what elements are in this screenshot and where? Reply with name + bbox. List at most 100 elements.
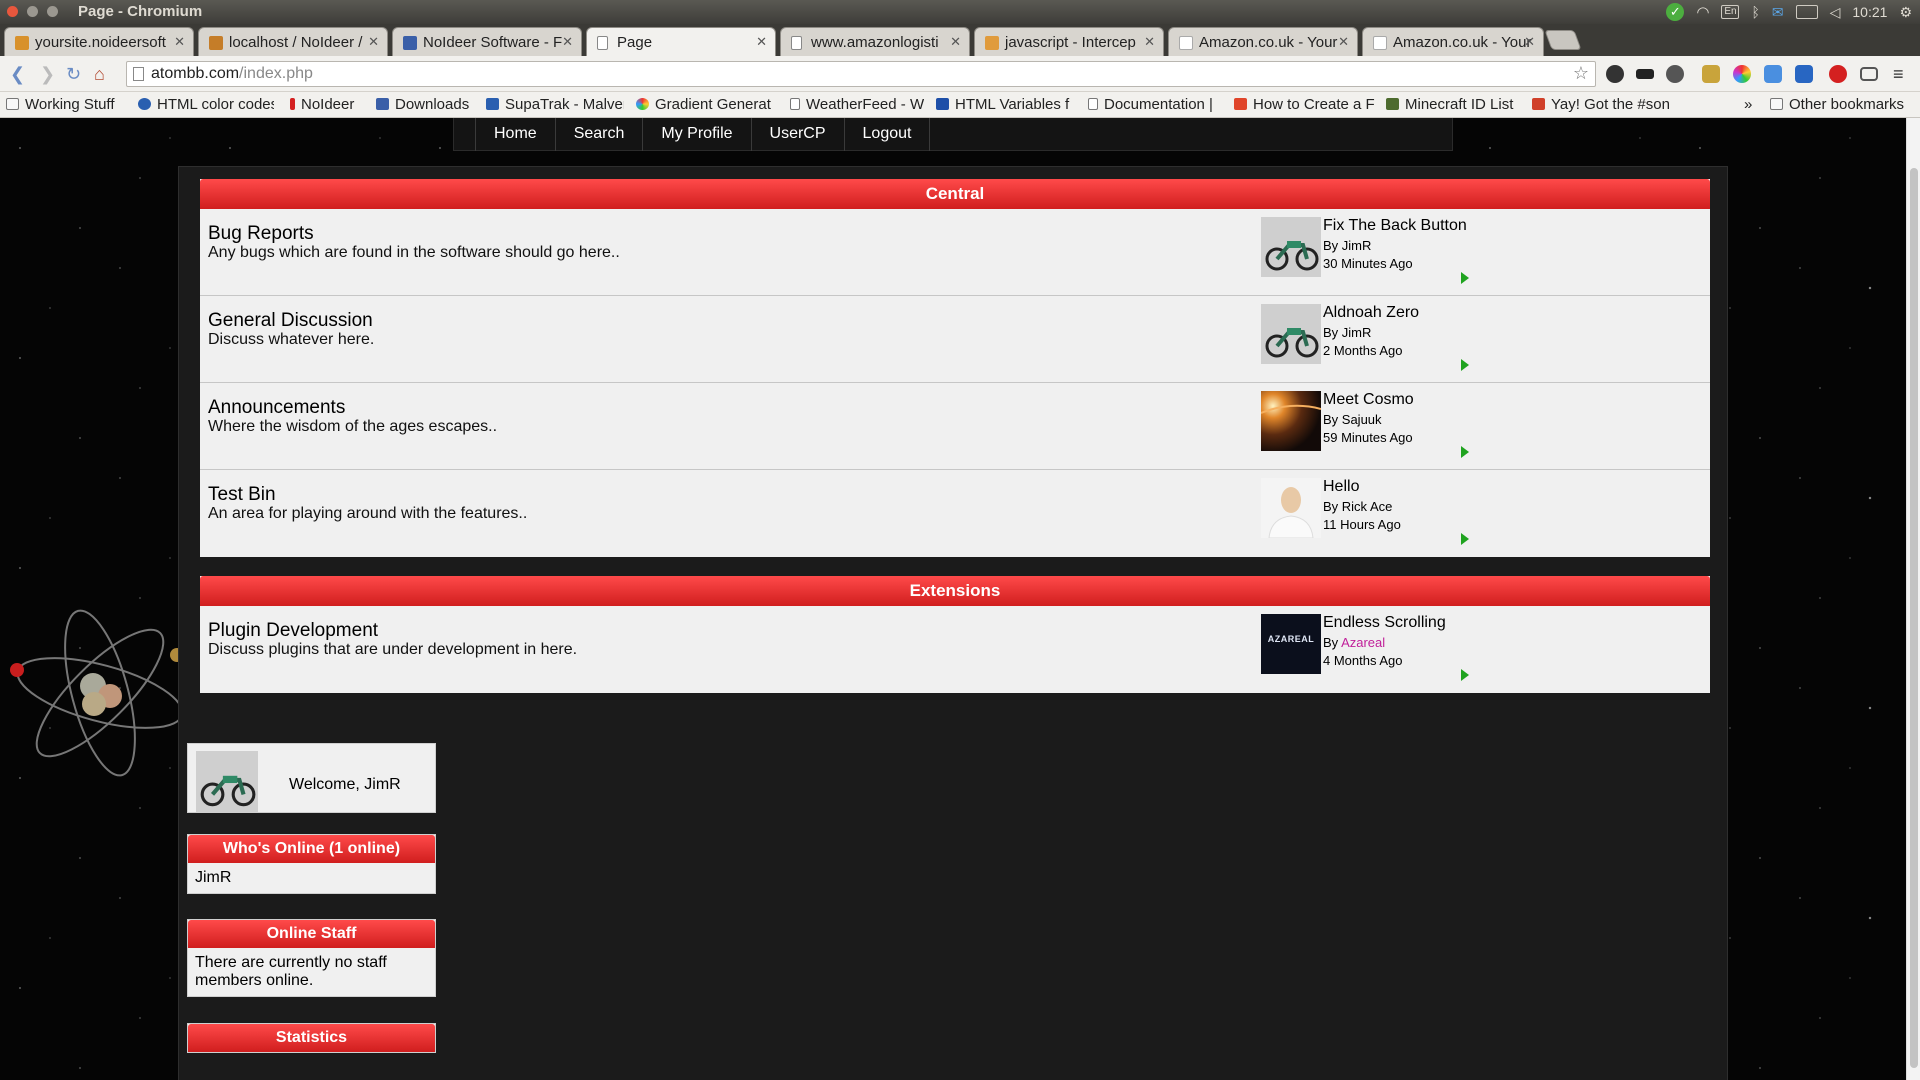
tab-close-icon[interactable]: ✕ [1144, 34, 1155, 50]
user-avatar-motorcycle[interactable] [1261, 304, 1321, 364]
tab-close-icon[interactable]: ✕ [1524, 34, 1535, 50]
tab-close-icon[interactable]: ✕ [950, 34, 961, 50]
nav-profile-link[interactable]: My Profile [643, 118, 752, 151]
last-post-author: By Azareal [1323, 635, 1385, 650]
tab-close-icon[interactable]: ✕ [1338, 34, 1349, 50]
last-post-title-link[interactable]: Aldnoah Zero [1323, 304, 1419, 322]
menu-icon[interactable]: ≡ [1893, 64, 1904, 85]
tab-close-icon[interactable]: ✕ [756, 34, 767, 50]
extension-color-wheel-icon[interactable] [1733, 65, 1751, 83]
bookmark-link[interactable]: Downloads [376, 96, 476, 113]
bluetooth-icon[interactable]: ᛒ [1751, 4, 1759, 20]
user-avatar-azareal-logo[interactable]: AZAREAL [1261, 614, 1321, 674]
last-post-author[interactable]: By JimR [1323, 325, 1371, 340]
tab-close-icon[interactable]: ✕ [368, 34, 379, 50]
bookmark-link[interactable]: SupaTrak - Malver [486, 96, 624, 113]
last-post-title-link[interactable]: Hello [1323, 478, 1359, 496]
clock[interactable]: 10:21 [1852, 4, 1887, 20]
last-post-author[interactable]: By JimR [1323, 238, 1371, 253]
go-to-last-post-arrow-icon[interactable] [1461, 359, 1469, 371]
battery-icon[interactable] [1795, 5, 1818, 19]
default-avatar-icon[interactable] [1261, 478, 1321, 538]
user-avatar-space[interactable] [1261, 391, 1321, 451]
more-bookmarks-chevron[interactable]: » [1744, 96, 1752, 113]
browser-tab[interactable]: Amazon.co.uk - Your ✕ [1168, 27, 1358, 56]
adblock-icon[interactable] [1829, 65, 1847, 83]
browser-tab[interactable]: Amazon.co.uk - Your ✕ [1362, 27, 1544, 56]
browser-tab-active[interactable]: Page ✕ [586, 27, 776, 56]
other-bookmarks-folder[interactable]: Other bookmarks [1770, 96, 1916, 113]
nav-logout-link[interactable]: Logout [845, 118, 931, 151]
bookmark-star-icon[interactable]: ☆ [1573, 63, 1589, 84]
extension-tools-icon[interactable] [1702, 65, 1720, 83]
extension-recycle-icon[interactable] [1666, 65, 1684, 83]
update-check-icon[interactable]: ✓ [1666, 3, 1685, 21]
browser-tab[interactable]: www.amazonlogisti ✕ [780, 27, 970, 56]
browser-tab[interactable]: localhost / NoIdeer / ✕ [198, 27, 388, 56]
bookmark-link[interactable]: WeatherFeed - W [790, 96, 924, 113]
go-to-last-post-arrow-icon[interactable] [1461, 669, 1469, 681]
volume-icon[interactable]: ◁ [1830, 4, 1841, 21]
window-titlebar: Page - Chromium ✓ ◠ En ᛒ ✉ ◁ 10:21 ⚙ [0, 0, 1920, 24]
bookmark-link[interactable]: NoIdeer [290, 96, 364, 113]
last-post-author[interactable]: By Rick Ace [1323, 499, 1392, 514]
go-to-last-post-arrow-icon[interactable] [1461, 272, 1469, 284]
browser-tab[interactable]: NoIdeer Software - F ✕ [392, 27, 582, 56]
window-close-button[interactable] [7, 6, 18, 17]
user-avatar-motorcycle[interactable] [1261, 217, 1321, 277]
bookmark-link[interactable]: HTML color codes [138, 96, 274, 113]
scrollbar-thumb[interactable] [1910, 168, 1918, 1068]
bookmark-link[interactable]: Gradient Generat [636, 96, 774, 113]
forum-title-link[interactable]: Plugin Development [208, 620, 378, 642]
browser-tab[interactable]: yoursite.noideersoft ✕ [4, 27, 194, 56]
back-arrow-icon[interactable]: ❮ [10, 64, 25, 85]
tab-close-icon[interactable]: ✕ [174, 34, 185, 50]
bookmark-link[interactable]: How to Create a F [1234, 96, 1376, 113]
last-post-author[interactable]: By Sajuuk [1323, 412, 1382, 427]
nav-home-link[interactable]: Home [476, 118, 556, 151]
last-post-title-link[interactable]: Fix The Back Button [1323, 217, 1467, 235]
extension-info-icon[interactable] [1795, 65, 1813, 83]
keyboard-layout-indicator[interactable]: En [1721, 5, 1740, 19]
forward-arrow-icon[interactable]: ❯ [40, 64, 55, 85]
tab-close-icon[interactable]: ✕ [562, 34, 573, 50]
settings-gear-icon[interactable]: ⚙ [1899, 4, 1912, 21]
bookmark-link[interactable]: Yay! Got the #son [1532, 96, 1678, 113]
go-to-last-post-arrow-icon[interactable] [1461, 446, 1469, 458]
online-user-link[interactable]: JimR [195, 869, 231, 886]
last-post-title-link[interactable]: Endless Scrolling [1323, 614, 1446, 632]
window-minimize-button[interactable] [27, 6, 38, 17]
mail-icon[interactable]: ✉ [1772, 4, 1784, 21]
forum-title-link[interactable]: Test Bin [208, 484, 276, 506]
new-tab-button[interactable] [1544, 30, 1582, 50]
bookmark-folder[interactable]: Working Stuff [6, 96, 130, 113]
nav-usercp-link[interactable]: UserCP [752, 118, 845, 151]
tab-label: yoursite.noideersoft [35, 34, 166, 51]
last-post-time: 4 Months Ago [1323, 653, 1403, 668]
extension-calendar-icon[interactable] [1764, 65, 1782, 83]
go-to-last-post-arrow-icon[interactable] [1461, 533, 1469, 545]
page-scrollbar[interactable] [1906, 118, 1920, 1080]
bookmark-link[interactable]: Minecraft ID List [1386, 96, 1524, 113]
cast-icon[interactable] [1860, 67, 1878, 81]
last-post-title-link[interactable]: Meet Cosmo [1323, 391, 1414, 409]
forum-title-link[interactable]: Bug Reports [208, 223, 314, 245]
address-bar[interactable]: atombb.com/index.php ☆ [126, 61, 1596, 87]
bookmark-link[interactable]: HTML Variables f [936, 96, 1076, 113]
extension-gear-icon[interactable] [1606, 65, 1624, 83]
home-icon[interactable]: ⌂ [94, 64, 105, 85]
author-name-link[interactable]: Azareal [1341, 635, 1385, 650]
bookmark-label: Downloads [395, 96, 470, 113]
forum-title-link[interactable]: General Discussion [208, 310, 373, 332]
bookmark-link[interactable]: Documentation | [1088, 96, 1222, 113]
forum-title-link[interactable]: Announcements [208, 397, 345, 419]
browser-tab[interactable]: javascript - Intercep ✕ [974, 27, 1164, 56]
extension-incognito-icon[interactable] [1636, 69, 1654, 79]
window-maximize-button[interactable] [47, 6, 58, 17]
user-avatar-motorcycle[interactable] [195, 751, 259, 813]
last-post-time: 30 Minutes Ago [1323, 256, 1413, 271]
tab-favicon-icon [15, 36, 29, 50]
nav-search-link[interactable]: Search [556, 118, 644, 151]
wifi-icon[interactable]: ◠ [1696, 3, 1709, 21]
reload-icon[interactable]: ↻ [66, 64, 81, 85]
